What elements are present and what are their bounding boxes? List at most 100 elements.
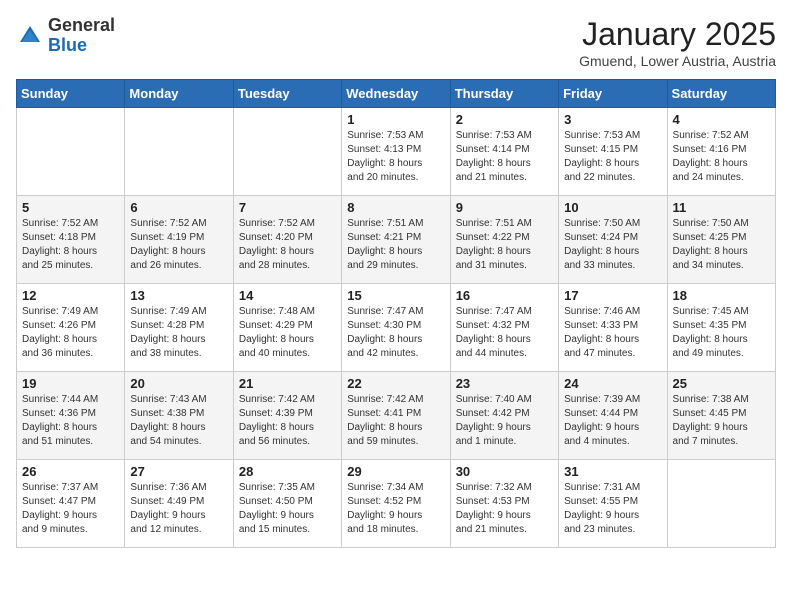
calendar-cell: 25Sunrise: 7:38 AM Sunset: 4:45 PM Dayli… [667, 372, 775, 460]
calendar-cell: 10 Sunrise: 7:50 AM Sunset: 4:24 PM Dayli… [559, 196, 667, 284]
day-info: Sunrise: 7:48 AM Sunset: 4:29 PM Dayligh… [239, 305, 336, 361]
day-number: 10 [564, 200, 661, 215]
day-info: Sunrise: 7:43 AM Sunset: 4:38 PM Dayligh… [130, 393, 227, 449]
day-number: 3 [564, 112, 661, 127]
calendar-header-row: SundayMondayTuesdayWednesdayThursdayFrid… [17, 80, 776, 108]
day-info: Sunrise: 7:38 AM Sunset: 4:45 PM Dayligh… [673, 393, 770, 449]
day-info: Sunrise: 7:53 AM Sunset: 4:13 PM Dayligh… [347, 129, 444, 185]
day-number: 4 [673, 112, 770, 127]
calendar-cell: 3 Sunrise: 7:53 AM Sunset: 4:15 PM Daylig… [559, 108, 667, 196]
day-number: 27 [130, 464, 227, 479]
day-number: 13 [130, 288, 227, 303]
calendar-cell: 28Sunrise: 7:35 AM Sunset: 4:50 PM Dayli… [233, 460, 341, 548]
calendar-cell: 15Sunrise: 7:47 AM Sunset: 4:30 PM Dayli… [342, 284, 450, 372]
calendar-cell: 5 Sunrise: 7:52 AM Sunset: 4:18 PM Daylig… [17, 196, 125, 284]
day-number: 5 [22, 200, 119, 215]
day-info: Sunrise: 7:32 AM Sunset: 4:53 PM Dayligh… [456, 481, 553, 537]
day-info: Sunrise: 7:52 AM Sunset: 4:16 PM Dayligh… [673, 129, 770, 185]
calendar-table: SundayMondayTuesdayWednesdayThursdayFrid… [16, 79, 776, 548]
calendar-week-4: 19Sunrise: 7:44 AM Sunset: 4:36 PM Dayli… [17, 372, 776, 460]
day-info: Sunrise: 7:37 AM Sunset: 4:47 PM Dayligh… [22, 481, 119, 537]
calendar-cell: 27 Sunrise: 7:36 AM Sunset: 4:49 PM Dayli… [125, 460, 233, 548]
calendar-cell: 13 Sunrise: 7:49 AM Sunset: 4:28 PM Dayli… [125, 284, 233, 372]
day-number: 20 [130, 376, 227, 391]
day-number: 9 [456, 200, 553, 215]
day-number: 6 [130, 200, 227, 215]
day-number: 16 [456, 288, 553, 303]
column-header-tuesday: Tuesday [233, 80, 341, 108]
calendar-cell: 24 Sunrise: 7:39 AM Sunset: 4:44 PM Dayli… [559, 372, 667, 460]
day-info: Sunrise: 7:51 AM Sunset: 4:22 PM Dayligh… [456, 217, 553, 273]
calendar-cell: 6Sunrise: 7:52 AM Sunset: 4:19 PM Daylig… [125, 196, 233, 284]
day-info: Sunrise: 7:47 AM Sunset: 4:30 PM Dayligh… [347, 305, 444, 361]
calendar-cell: 1 Sunrise: 7:53 AM Sunset: 4:13 PM Daylig… [342, 108, 450, 196]
calendar-cell: 9 Sunrise: 7:51 AM Sunset: 4:22 PM Daylig… [450, 196, 558, 284]
day-number: 21 [239, 376, 336, 391]
day-info: Sunrise: 7:40 AM Sunset: 4:42 PM Dayligh… [456, 393, 553, 449]
day-info: Sunrise: 7:51 AM Sunset: 4:21 PM Dayligh… [347, 217, 444, 273]
logo-icon [16, 22, 44, 50]
day-number: 18 [673, 288, 770, 303]
column-header-wednesday: Wednesday [342, 80, 450, 108]
day-info: Sunrise: 7:49 AM Sunset: 4:26 PM Dayligh… [22, 305, 119, 361]
day-info: Sunrise: 7:52 AM Sunset: 4:20 PM Dayligh… [239, 217, 336, 273]
column-header-monday: Monday [125, 80, 233, 108]
day-number: 22 [347, 376, 444, 391]
calendar-cell: 16Sunrise: 7:47 AM Sunset: 4:32 PM Dayli… [450, 284, 558, 372]
calendar-cell: 14Sunrise: 7:48 AM Sunset: 4:29 PM Dayli… [233, 284, 341, 372]
day-info: Sunrise: 7:49 AM Sunset: 4:28 PM Dayligh… [130, 305, 227, 361]
calendar-cell: 11 Sunrise: 7:50 AM Sunset: 4:25 PM Dayli… [667, 196, 775, 284]
day-info: Sunrise: 7:50 AM Sunset: 4:25 PM Dayligh… [673, 217, 770, 273]
day-number: 17 [564, 288, 661, 303]
calendar-cell: 29Sunrise: 7:34 AM Sunset: 4:52 PM Dayli… [342, 460, 450, 548]
calendar-cell [667, 460, 775, 548]
day-info: Sunrise: 7:36 AM Sunset: 4:49 PM Dayligh… [130, 481, 227, 537]
location-subtitle: Gmuend, Lower Austria, Austria [579, 53, 776, 69]
day-number: 30 [456, 464, 553, 479]
day-number: 28 [239, 464, 336, 479]
calendar-cell [233, 108, 341, 196]
logo: General Blue [16, 16, 115, 56]
day-number: 12 [22, 288, 119, 303]
day-number: 19 [22, 376, 119, 391]
calendar-cell [17, 108, 125, 196]
day-info: Sunrise: 7:45 AM Sunset: 4:35 PM Dayligh… [673, 305, 770, 361]
day-number: 29 [347, 464, 444, 479]
calendar-week-1: 1 Sunrise: 7:53 AM Sunset: 4:13 PM Daylig… [17, 108, 776, 196]
day-number: 2 [456, 112, 553, 127]
calendar-cell: 18 Sunrise: 7:45 AM Sunset: 4:35 PM Dayli… [667, 284, 775, 372]
calendar-cell: 23 Sunrise: 7:40 AM Sunset: 4:42 PM Dayli… [450, 372, 558, 460]
day-info: Sunrise: 7:53 AM Sunset: 4:14 PM Dayligh… [456, 129, 553, 185]
calendar-cell: 7Sunrise: 7:52 AM Sunset: 4:20 PM Daylig… [233, 196, 341, 284]
column-header-thursday: Thursday [450, 80, 558, 108]
day-number: 26 [22, 464, 119, 479]
day-info: Sunrise: 7:39 AM Sunset: 4:44 PM Dayligh… [564, 393, 661, 449]
calendar-cell: 4 Sunrise: 7:52 AM Sunset: 4:16 PM Daylig… [667, 108, 775, 196]
calendar-cell: 22 Sunrise: 7:42 AM Sunset: 4:41 PM Dayli… [342, 372, 450, 460]
calendar-cell [125, 108, 233, 196]
day-number: 31 [564, 464, 661, 479]
column-header-saturday: Saturday [667, 80, 775, 108]
day-info: Sunrise: 7:50 AM Sunset: 4:24 PM Dayligh… [564, 217, 661, 273]
day-info: Sunrise: 7:42 AM Sunset: 4:39 PM Dayligh… [239, 393, 336, 449]
page-header: General Blue January 2025 Gmuend, Lower … [16, 16, 776, 69]
column-header-sunday: Sunday [17, 80, 125, 108]
day-number: 11 [673, 200, 770, 215]
calendar-week-3: 12 Sunrise: 7:49 AM Sunset: 4:26 PM Dayli… [17, 284, 776, 372]
column-header-friday: Friday [559, 80, 667, 108]
calendar-cell: 12 Sunrise: 7:49 AM Sunset: 4:26 PM Dayli… [17, 284, 125, 372]
calendar-cell: 21 Sunrise: 7:42 AM Sunset: 4:39 PM Dayli… [233, 372, 341, 460]
day-info: Sunrise: 7:46 AM Sunset: 4:33 PM Dayligh… [564, 305, 661, 361]
day-number: 23 [456, 376, 553, 391]
day-number: 1 [347, 112, 444, 127]
day-info: Sunrise: 7:53 AM Sunset: 4:15 PM Dayligh… [564, 129, 661, 185]
day-info: Sunrise: 7:42 AM Sunset: 4:41 PM Dayligh… [347, 393, 444, 449]
calendar-cell: 19Sunrise: 7:44 AM Sunset: 4:36 PM Dayli… [17, 372, 125, 460]
calendar-week-2: 5 Sunrise: 7:52 AM Sunset: 4:18 PM Daylig… [17, 196, 776, 284]
calendar-cell: 26 Sunrise: 7:37 AM Sunset: 4:47 PM Dayli… [17, 460, 125, 548]
day-number: 24 [564, 376, 661, 391]
calendar-cell: 8Sunrise: 7:51 AM Sunset: 4:21 PM Daylig… [342, 196, 450, 284]
logo-blue-text: Blue [48, 35, 87, 55]
day-info: Sunrise: 7:52 AM Sunset: 4:18 PM Dayligh… [22, 217, 119, 273]
calendar-cell: 2 Sunrise: 7:53 AM Sunset: 4:14 PM Daylig… [450, 108, 558, 196]
